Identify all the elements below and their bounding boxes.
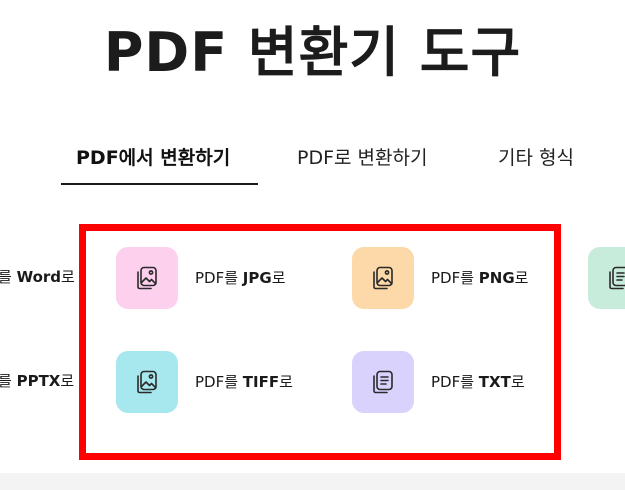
- tiff-icon-box: [116, 351, 178, 413]
- item-prefix: 를: [0, 372, 12, 390]
- pdf-to-png-link[interactable]: PDF를 PNG로: [352, 247, 552, 309]
- tab-other-formats[interactable]: 기타 형식: [498, 144, 574, 172]
- item-suffix: 로: [61, 268, 75, 286]
- page-title: PDF 변환기 도구: [103, 21, 522, 84]
- item-format: TIFF: [242, 373, 280, 391]
- item-prefix: PDF를: [195, 373, 243, 391]
- jpg-icon-box: [116, 247, 178, 309]
- item-format: TXT: [478, 373, 511, 391]
- item-prefix: PDF를: [431, 373, 479, 391]
- item-format: JPG: [242, 269, 272, 287]
- active-tab-indicator: [61, 183, 258, 185]
- txt-icon-box: [352, 351, 414, 413]
- pdf-to-tiff-link[interactable]: PDF를 TIFF로: [116, 351, 316, 413]
- item-label: PDF를 TXT로: [431, 371, 525, 393]
- tab-convert-to-pdf[interactable]: PDF로 변환하기: [297, 144, 427, 172]
- pdf-to-txt-link[interactable]: PDF를 TXT로: [352, 351, 552, 413]
- image-file-icon: [137, 370, 157, 394]
- item-format: PNG: [478, 269, 515, 287]
- image-file-icon: [373, 266, 393, 290]
- footer-strip: [0, 473, 625, 490]
- tab-convert-from-pdf[interactable]: PDF에서 변환하기: [76, 144, 230, 172]
- item-format: PPTX: [16, 372, 61, 390]
- item-suffix: 로: [510, 373, 525, 391]
- item-prefix: 를: [0, 268, 12, 286]
- item-suffix: 로: [60, 372, 75, 390]
- partial-icon-box: [588, 247, 625, 309]
- item-label: PDF를 JPG로: [195, 267, 286, 289]
- item-suffix: 로: [514, 269, 529, 287]
- item-prefix: PDF를: [195, 269, 243, 287]
- item-suffix: 로: [279, 373, 293, 391]
- pdf-to-pptx-link[interactable]: 를 PPTX로: [0, 370, 74, 392]
- text-file-icon: [609, 266, 625, 290]
- item-label: PDF를 TIFF로: [195, 371, 293, 393]
- pdf-to-jpg-link[interactable]: PDF를 JPG로: [116, 247, 316, 309]
- partial-right-item[interactable]: [588, 247, 625, 309]
- item-label: PDF를 PNG로: [431, 267, 528, 289]
- item-suffix: 로: [271, 269, 286, 287]
- item-prefix: PDF를: [431, 269, 479, 287]
- image-file-icon: [137, 266, 157, 290]
- text-file-icon: [373, 370, 393, 394]
- png-icon-box: [352, 247, 414, 309]
- pdf-to-word-link[interactable]: 를 Word로: [0, 266, 75, 288]
- item-format: Word: [16, 268, 62, 286]
